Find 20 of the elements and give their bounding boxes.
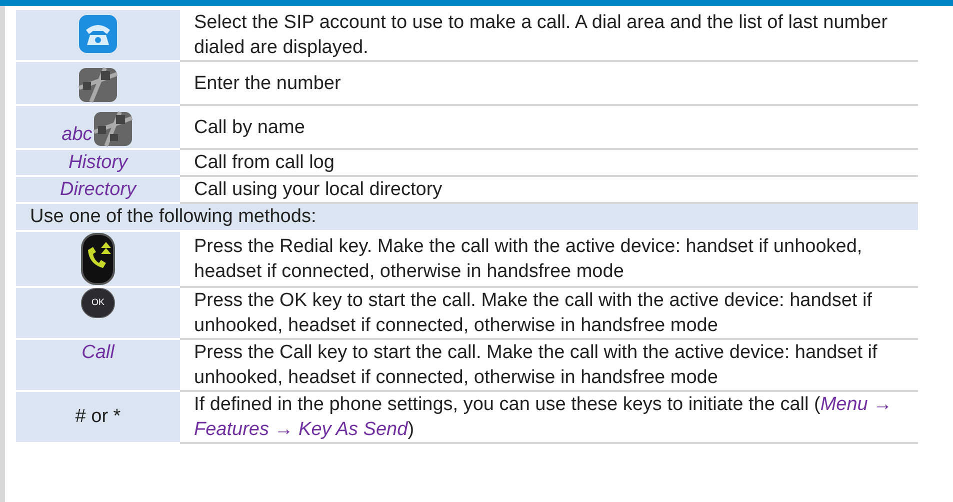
- description-text: Call by name: [194, 116, 305, 140]
- description-text: Call from call log: [194, 151, 334, 175]
- softkey-label: Call: [82, 341, 114, 365]
- redial-key-icon: [79, 232, 117, 286]
- softkey-label: Directory: [60, 178, 136, 202]
- number-keypad-icon: [77, 66, 119, 104]
- softkey-label: abc: [62, 125, 92, 147]
- description-text: If defined in the phone settings, you can use these keys to initiate the call (Menu → Features → Key As Send): [194, 393, 894, 442]
- telephone-icon: [78, 14, 118, 54]
- description-text: Press the Call key to start the call. Make the call with the active device: handset if unhooked, headset if connected, otherwise in handsfree mode: [194, 341, 878, 390]
- description-text: Enter the number: [194, 72, 341, 96]
- softkey-label: History: [68, 151, 128, 175]
- description-text: Press the OK key to start the call. Make the call with the active device: handset if unhooked, headset if connected, otherwise in handsfree mode: [194, 289, 873, 338]
- key-label: # or *: [75, 404, 121, 429]
- section-heading: Use one of the following methods:: [16, 204, 918, 232]
- letter-keypad-icon: [92, 110, 134, 148]
- description-text: Call using your local directory: [194, 178, 442, 202]
- ok-key: OK: [81, 288, 115, 318]
- description-text: Press the Redial key. Make the call with the active device: handset if unhooked, headset if connected, otherwise in handsfree mode: [194, 235, 864, 284]
- description-text: Select the SIP account to use to make a call. A dial area and the list of last number dialed are displayed.: [194, 11, 889, 60]
